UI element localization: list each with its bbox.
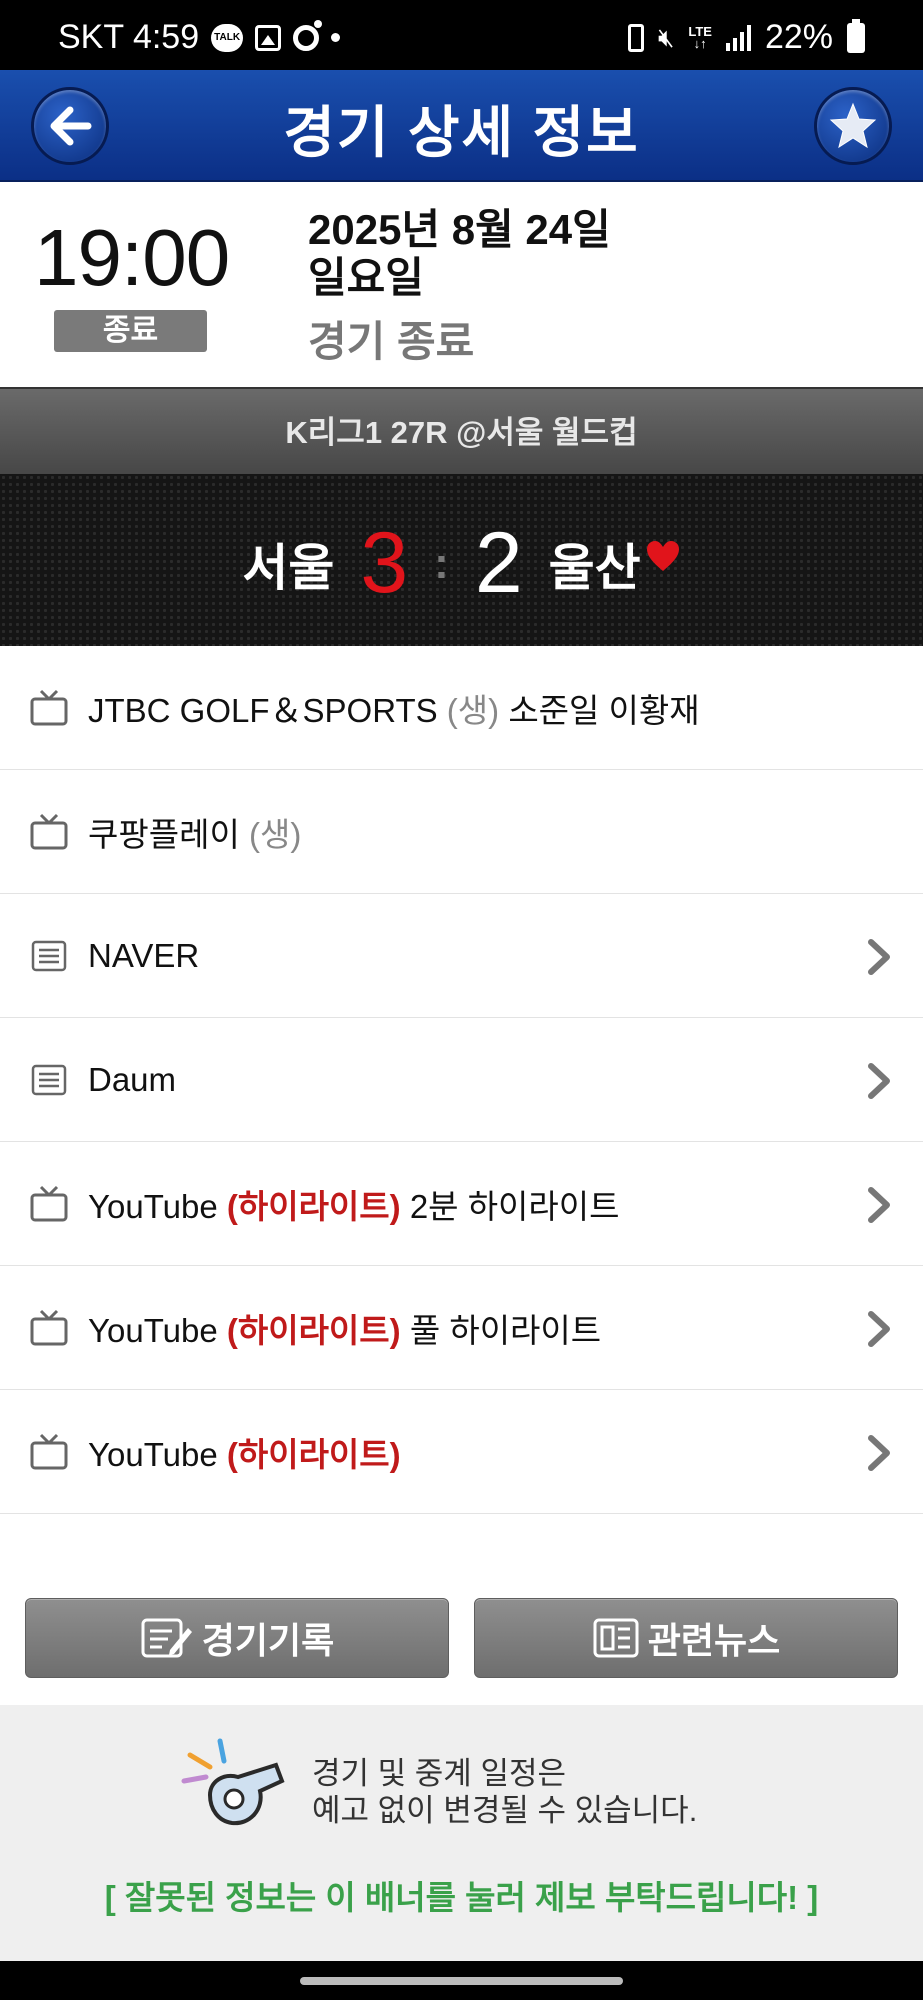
report-banner[interactable]: 경기 및 중계 일정은 예고 없이 변경될 수 있습니다. [ 잘못된 정보는 … (0, 1705, 923, 1961)
status-right: 🔇︎ LTE ↓↑ 22% (627, 18, 865, 57)
related-news-label: 관련뉴스 (647, 1620, 781, 1661)
broadcast-row[interactable]: YouTube (하이라이트) 2분 하이라이트 (0, 1142, 923, 1266)
match-record-button[interactable]: 경기기록 (25, 1598, 449, 1678)
tv-icon (30, 689, 68, 727)
broadcast-row[interactable]: Daum (0, 1018, 923, 1142)
broadcast-label: 쿠팡플레이 (생) (88, 808, 301, 856)
broadcast-detail: 소준일 이황재 (508, 691, 700, 729)
report-link[interactable]: [ 잘못된 정보는 이 배너를 눌러 제보 부탁드립니다! ] (0, 1871, 923, 1919)
away-team: 울산 (548, 539, 641, 596)
broadcast-row[interactable]: NAVER (0, 894, 923, 1018)
page-title: 경기 상세 정보 (283, 101, 640, 164)
lte-icon: LTE ↓↑ (688, 23, 712, 51)
broadcast-label: NAVER (88, 937, 199, 975)
broadcast-detail: 풀 하이라이트 (409, 1311, 602, 1349)
broadcast-label: YouTube (하이라이트) 풀 하이라이트 (88, 1304, 601, 1352)
highlight-tag: (하이라이트) (226, 1435, 401, 1473)
status-bar: SKT 4:59 TALK 🔇︎ LTE ↓↑ 22% (0, 0, 923, 70)
channel-name: YouTube (88, 1435, 218, 1473)
broadcast-label: YouTube (하이라이트) 2분 하이라이트 (88, 1180, 620, 1228)
live-tag: (생) (248, 815, 302, 853)
heart-icon (646, 540, 679, 571)
chevron-right-icon (865, 938, 893, 976)
broadcast-row[interactable]: YouTube (하이라이트) (0, 1390, 923, 1514)
home-team: 서울 (242, 539, 335, 596)
chevron-right-icon (865, 1186, 893, 1224)
match-record-label: 경기기록 (201, 1620, 335, 1661)
broadcast-list: JTBC GOLF＆SPORTS (생) 소준일 이황재쿠팡플레이 (생) NAV… (0, 646, 923, 1514)
gallery-icon (255, 24, 282, 51)
mute-icon: 🔇︎ (657, 21, 675, 52)
broadcast-detail: 2분 하이라이트 (409, 1187, 620, 1225)
newspaper-icon (593, 1618, 639, 1658)
list-icon (30, 937, 68, 975)
kickoff-time: 19:00 (34, 213, 230, 302)
tv-icon (30, 1433, 68, 1471)
channel-name: YouTube (88, 1187, 218, 1225)
related-news-button[interactable]: 관련뉴스 (474, 1598, 898, 1678)
date-line: 2025년 8월 24일 (308, 206, 611, 253)
tv-icon (30, 1309, 68, 1347)
chevron-right-icon (865, 1062, 893, 1100)
list-icon (30, 1061, 68, 1099)
home-gesture-handle[interactable] (300, 1977, 623, 1985)
kakaotalk-icon: TALK (211, 23, 244, 52)
more-notifications-icon (331, 33, 341, 42)
score-row: 서울 3 : 2 울산 (0, 514, 923, 613)
battery-saver-icon (627, 23, 644, 52)
broadcast-label: YouTube (하이라이트) (88, 1428, 401, 1476)
channel-name: Daum (88, 1060, 177, 1098)
match-detail-screen: SKT 4:59 TALK 🔇︎ LTE ↓↑ 22% 경기 상세 정보 19:… (0, 0, 923, 2000)
score-separator: : (434, 538, 449, 588)
app-notification-icon (293, 19, 323, 51)
away-score: 2 (474, 515, 523, 611)
broadcast-label: JTBC GOLF＆SPORTS (생) 소준일 이황재 (88, 684, 700, 732)
broadcast-row[interactable]: YouTube (하이라이트) 풀 하이라이트 (0, 1266, 923, 1390)
chevron-right-icon (865, 1310, 893, 1348)
navigation-bar (0, 1961, 923, 2000)
title-bar: 경기 상세 정보 (0, 70, 923, 182)
schedule-notice: 경기 및 중계 일정은 예고 없이 변경될 수 있습니다. (312, 1755, 697, 1829)
match-info: 19:00 종료 2025년 8월 24일 일요일 경기 종료 (0, 182, 923, 387)
record-edit-icon (141, 1618, 192, 1658)
status-badge: 종료 (54, 310, 207, 352)
notice-line: 예고 없이 변경될 수 있습니다. (312, 1793, 698, 1828)
star-icon (829, 102, 877, 149)
favorite-button[interactable] (814, 87, 892, 165)
home-score: 3 (360, 515, 409, 611)
chevron-right-icon (865, 1434, 893, 1472)
broadcast-row: 쿠팡플레이 (생) (0, 770, 923, 894)
match-date: 2025년 8월 24일 일요일 (308, 206, 611, 302)
notice-line: 경기 및 중계 일정은 (312, 1756, 566, 1791)
highlight-tag: (하이라이트) (226, 1187, 401, 1225)
broadcast-label: Daum (88, 1061, 176, 1099)
whistle-icon (181, 1738, 285, 1826)
tv-icon (30, 813, 68, 851)
tv-icon (30, 1185, 68, 1223)
battery-percent: 22% (764, 18, 833, 56)
weekday-line: 일요일 (308, 254, 424, 301)
carrier-time: SKT 4:59 (58, 18, 200, 56)
live-tag: (생) (446, 691, 500, 729)
channel-name: 쿠팡플레이 (88, 815, 240, 853)
channel-name: YouTube (88, 1311, 218, 1349)
highlight-tag: (하이라이트) (226, 1311, 401, 1349)
scoreboard: 서울 3 : 2 울산 (0, 474, 923, 646)
channel-name: JTBC GOLF＆SPORTS (88, 691, 438, 729)
signal-icon (725, 24, 751, 51)
league-round-bar: K리그1 27R @서울 월드컵 (0, 387, 923, 474)
status-left: SKT 4:59 TALK (58, 18, 341, 57)
battery-icon (847, 18, 865, 53)
channel-name: NAVER (88, 936, 200, 974)
broadcast-row: JTBC GOLF＆SPORTS (생) 소준일 이황재 (0, 646, 923, 770)
match-status: 경기 종료 (308, 318, 475, 365)
